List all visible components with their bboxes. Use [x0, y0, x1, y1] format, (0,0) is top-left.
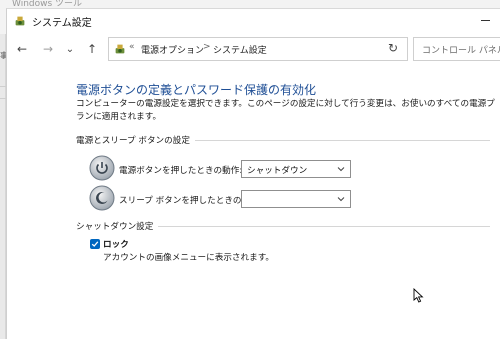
up-button[interactable]: ↑: [82, 39, 102, 59]
chevron-down-icon: [337, 197, 345, 202]
page-description: コンピューターの電源設定を選択できます。このページの設定に対して行う変更は、お使…: [76, 99, 495, 122]
lock-checkbox-label[interactable]: ロック: [103, 238, 129, 250]
section-power-sleep-buttons: 電源とスリープ ボタンの設定: [76, 134, 490, 146]
forward-button[interactable]: →: [38, 39, 58, 59]
background-window-title: Windows ツール: [12, 0, 83, 9]
minimize-button[interactable]: [476, 13, 494, 27]
refresh-icon: ↻: [387, 41, 399, 55]
forward-arrow-icon: →: [42, 42, 54, 56]
search-placeholder: コントロール パネルの検索: [422, 46, 500, 56]
power-options-icon: [115, 44, 125, 54]
checkmark-icon: [91, 241, 99, 247]
breadcrumb-separator[interactable]: >: [203, 42, 211, 52]
section-shutdown-settings: シャットダウン設定: [76, 220, 490, 232]
search-input[interactable]: コントロール パネルの検索: [413, 37, 500, 61]
chevron-down-icon: [337, 167, 345, 172]
lock-description: アカウントの画像メニューに表示されます。: [103, 253, 275, 263]
window-title: システム設定: [32, 17, 92, 29]
lock-checkbox[interactable]: [90, 239, 100, 249]
navigation-bar: ← → ⌄ ↑ « 電源オプション > システム設定 ⌄ ↻ コントロール パネ…: [7, 37, 500, 63]
breadcrumb-system-settings[interactable]: システム設定: [213, 43, 267, 56]
power-button-action-select[interactable]: シャットダウン: [241, 160, 351, 178]
address-bar[interactable]: « 電源オプション > システム設定 ⌄: [108, 37, 458, 61]
section-title: シャットダウン設定: [76, 220, 159, 232]
chevron-down-icon: ⌄: [65, 43, 75, 55]
mouse-cursor-icon: [413, 288, 424, 303]
breadcrumb-overflow[interactable]: «: [129, 42, 135, 52]
power-button-label: 電源ボタンを押したときの動作:: [119, 166, 243, 176]
page-title: 電源ボタンの定義とパスワード保護の有効化: [76, 83, 317, 97]
back-button[interactable]: ←: [12, 39, 32, 59]
sleep-button-icon: [89, 185, 115, 211]
power-button-icon: [89, 155, 115, 181]
title-bar: システム設定: [7, 9, 500, 33]
up-arrow-icon: ↑: [86, 42, 98, 56]
section-title: 電源とスリープ ボタンの設定: [76, 134, 195, 146]
sleep-button-action-select[interactable]: [241, 190, 351, 208]
selected-value: シャットダウン: [247, 166, 308, 176]
back-arrow-icon: ←: [16, 42, 28, 56]
breadcrumb-power-options[interactable]: 電源オプション: [141, 43, 204, 56]
recent-locations-button[interactable]: ⌄: [60, 39, 80, 59]
refresh-button[interactable]: ↻: [385, 40, 401, 56]
power-options-icon: [15, 16, 25, 26]
